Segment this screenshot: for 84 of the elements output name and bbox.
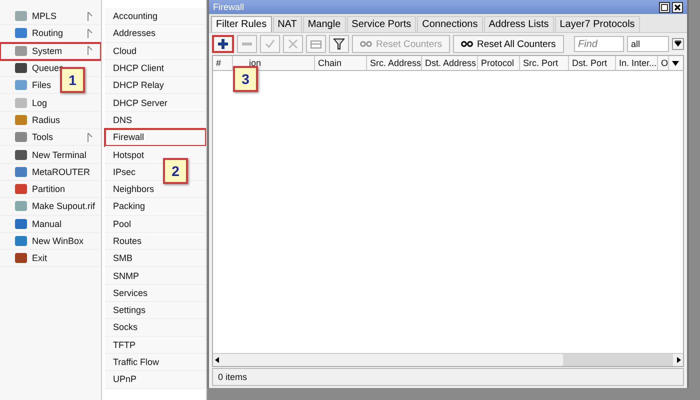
step-tooltip: 2 — [163, 158, 188, 184]
menu-icon — [14, 44, 28, 57]
submenu-item[interactable]: Addresses — [105, 25, 206, 43]
column-header[interactable]: Dst. Address — [422, 56, 478, 70]
menu-item[interactable]: Make Supout.rif — [0, 198, 101, 216]
menu-icon — [14, 252, 28, 264]
tab[interactable]: Layer7 Protocols — [554, 16, 640, 32]
menu-icon — [14, 79, 28, 92]
menu-item[interactable]: Tools — [0, 129, 101, 146]
filter-button[interactable] — [329, 35, 349, 53]
find-field[interactable]: Find — [574, 36, 624, 52]
menu-icon — [14, 148, 28, 161]
column-header[interactable]: Src. Address — [367, 56, 422, 70]
menu-item[interactable]: MetaROUTER — [0, 164, 101, 181]
menu-icon — [14, 10, 28, 22]
tab[interactable]: NAT — [272, 16, 302, 32]
menu-icon — [14, 235, 28, 247]
submenu-item[interactable]: UPnP — [105, 371, 206, 389]
submenu-item[interactable]: Routes — [105, 232, 206, 250]
check-icon — [264, 38, 276, 50]
submenu-item[interactable]: Socks — [105, 319, 206, 337]
submenu-item[interactable]: Pool — [105, 216, 206, 233]
submenu-item[interactable]: Traffic Flow — [105, 354, 206, 372]
submenu-item[interactable]: SMB — [105, 250, 206, 268]
column-header[interactable]: Src. Port — [520, 56, 569, 70]
menu-item[interactable]: Log — [0, 94, 101, 112]
step-tooltip: 3 — [233, 66, 258, 92]
close-icon[interactable] — [672, 2, 683, 12]
tab[interactable]: Connections — [417, 16, 483, 32]
submenu-item[interactable]: DHCP Server — [105, 94, 206, 112]
submenu-item[interactable]: SNMP — [105, 267, 206, 285]
menu-item[interactable]: New WinBox — [0, 232, 101, 250]
counter-icon — [360, 40, 372, 48]
menu-icon — [14, 114, 28, 126]
menu-item[interactable]: MPLS — [0, 8, 101, 26]
dropdown-icon[interactable] — [672, 38, 684, 50]
counter-icon — [461, 40, 474, 48]
menu-item[interactable]: Routing — [0, 25, 101, 43]
filter-icon — [333, 38, 345, 50]
menu-item[interactable]: New Terminal — [0, 146, 101, 164]
window-title: Firewall — [213, 2, 246, 12]
submenu-item[interactable]: Packing — [105, 198, 206, 216]
horizontal-scrollbar[interactable] — [213, 353, 683, 366]
submenu-item[interactable]: TFTP — [105, 336, 206, 354]
submenu-item[interactable]: DHCP Client — [105, 60, 206, 78]
step-tooltip: 1 — [60, 66, 85, 93]
menu-icon — [14, 96, 28, 109]
menu-item[interactable]: Manual — [0, 216, 101, 233]
menu-item[interactable]: Partition — [0, 180, 101, 198]
tab[interactable]: Service Ports — [346, 16, 416, 32]
submenu-item[interactable]: Accounting — [105, 8, 206, 26]
column-header[interactable]: Chain — [315, 56, 367, 70]
column-header[interactable]: Dst. Port — [569, 56, 616, 70]
tab[interactable]: Filter Rules — [211, 16, 272, 32]
menu-icon — [14, 166, 28, 178]
column-header[interactable]: Protocol — [478, 56, 520, 70]
filter-select[interactable]: all — [627, 36, 669, 52]
column-header[interactable]: In. Inter... — [616, 56, 658, 70]
add-button[interactable] — [212, 35, 234, 53]
submenu-item[interactable]: Services — [105, 284, 206, 302]
comment-icon — [310, 38, 322, 50]
submenu-item[interactable]: Hotspot — [105, 146, 206, 164]
tab[interactable]: Mangle — [302, 16, 346, 32]
menu-icon — [14, 200, 28, 212]
submenu-item[interactable]: Cloud — [105, 42, 206, 60]
cross-icon — [287, 38, 299, 50]
column-header[interactable]: # — [213, 56, 233, 70]
menu-icon — [14, 27, 28, 40]
status-bar: 0 items — [212, 368, 684, 386]
submenu-item[interactable]: DHCP Relay — [105, 77, 206, 94]
column-header[interactable]: ion — [233, 56, 315, 70]
menu-item[interactable]: Radius — [0, 112, 101, 130]
submenu-item[interactable]: Settings — [105, 302, 206, 320]
menu-icon — [14, 62, 28, 74]
menu-icon — [14, 131, 28, 144]
submenu-item[interactable]: Neighbors — [105, 180, 206, 198]
menu-icon — [14, 218, 28, 230]
menu-icon — [14, 183, 28, 196]
reset-counters-button[interactable]: Reset All Counters — [453, 35, 564, 53]
column-header[interactable]: O — [658, 56, 669, 70]
plus-icon — [217, 38, 229, 50]
menu-item[interactable]: Exit — [0, 250, 101, 268]
maximize-icon[interactable] — [659, 2, 670, 12]
tab[interactable]: Address Lists — [484, 16, 554, 32]
